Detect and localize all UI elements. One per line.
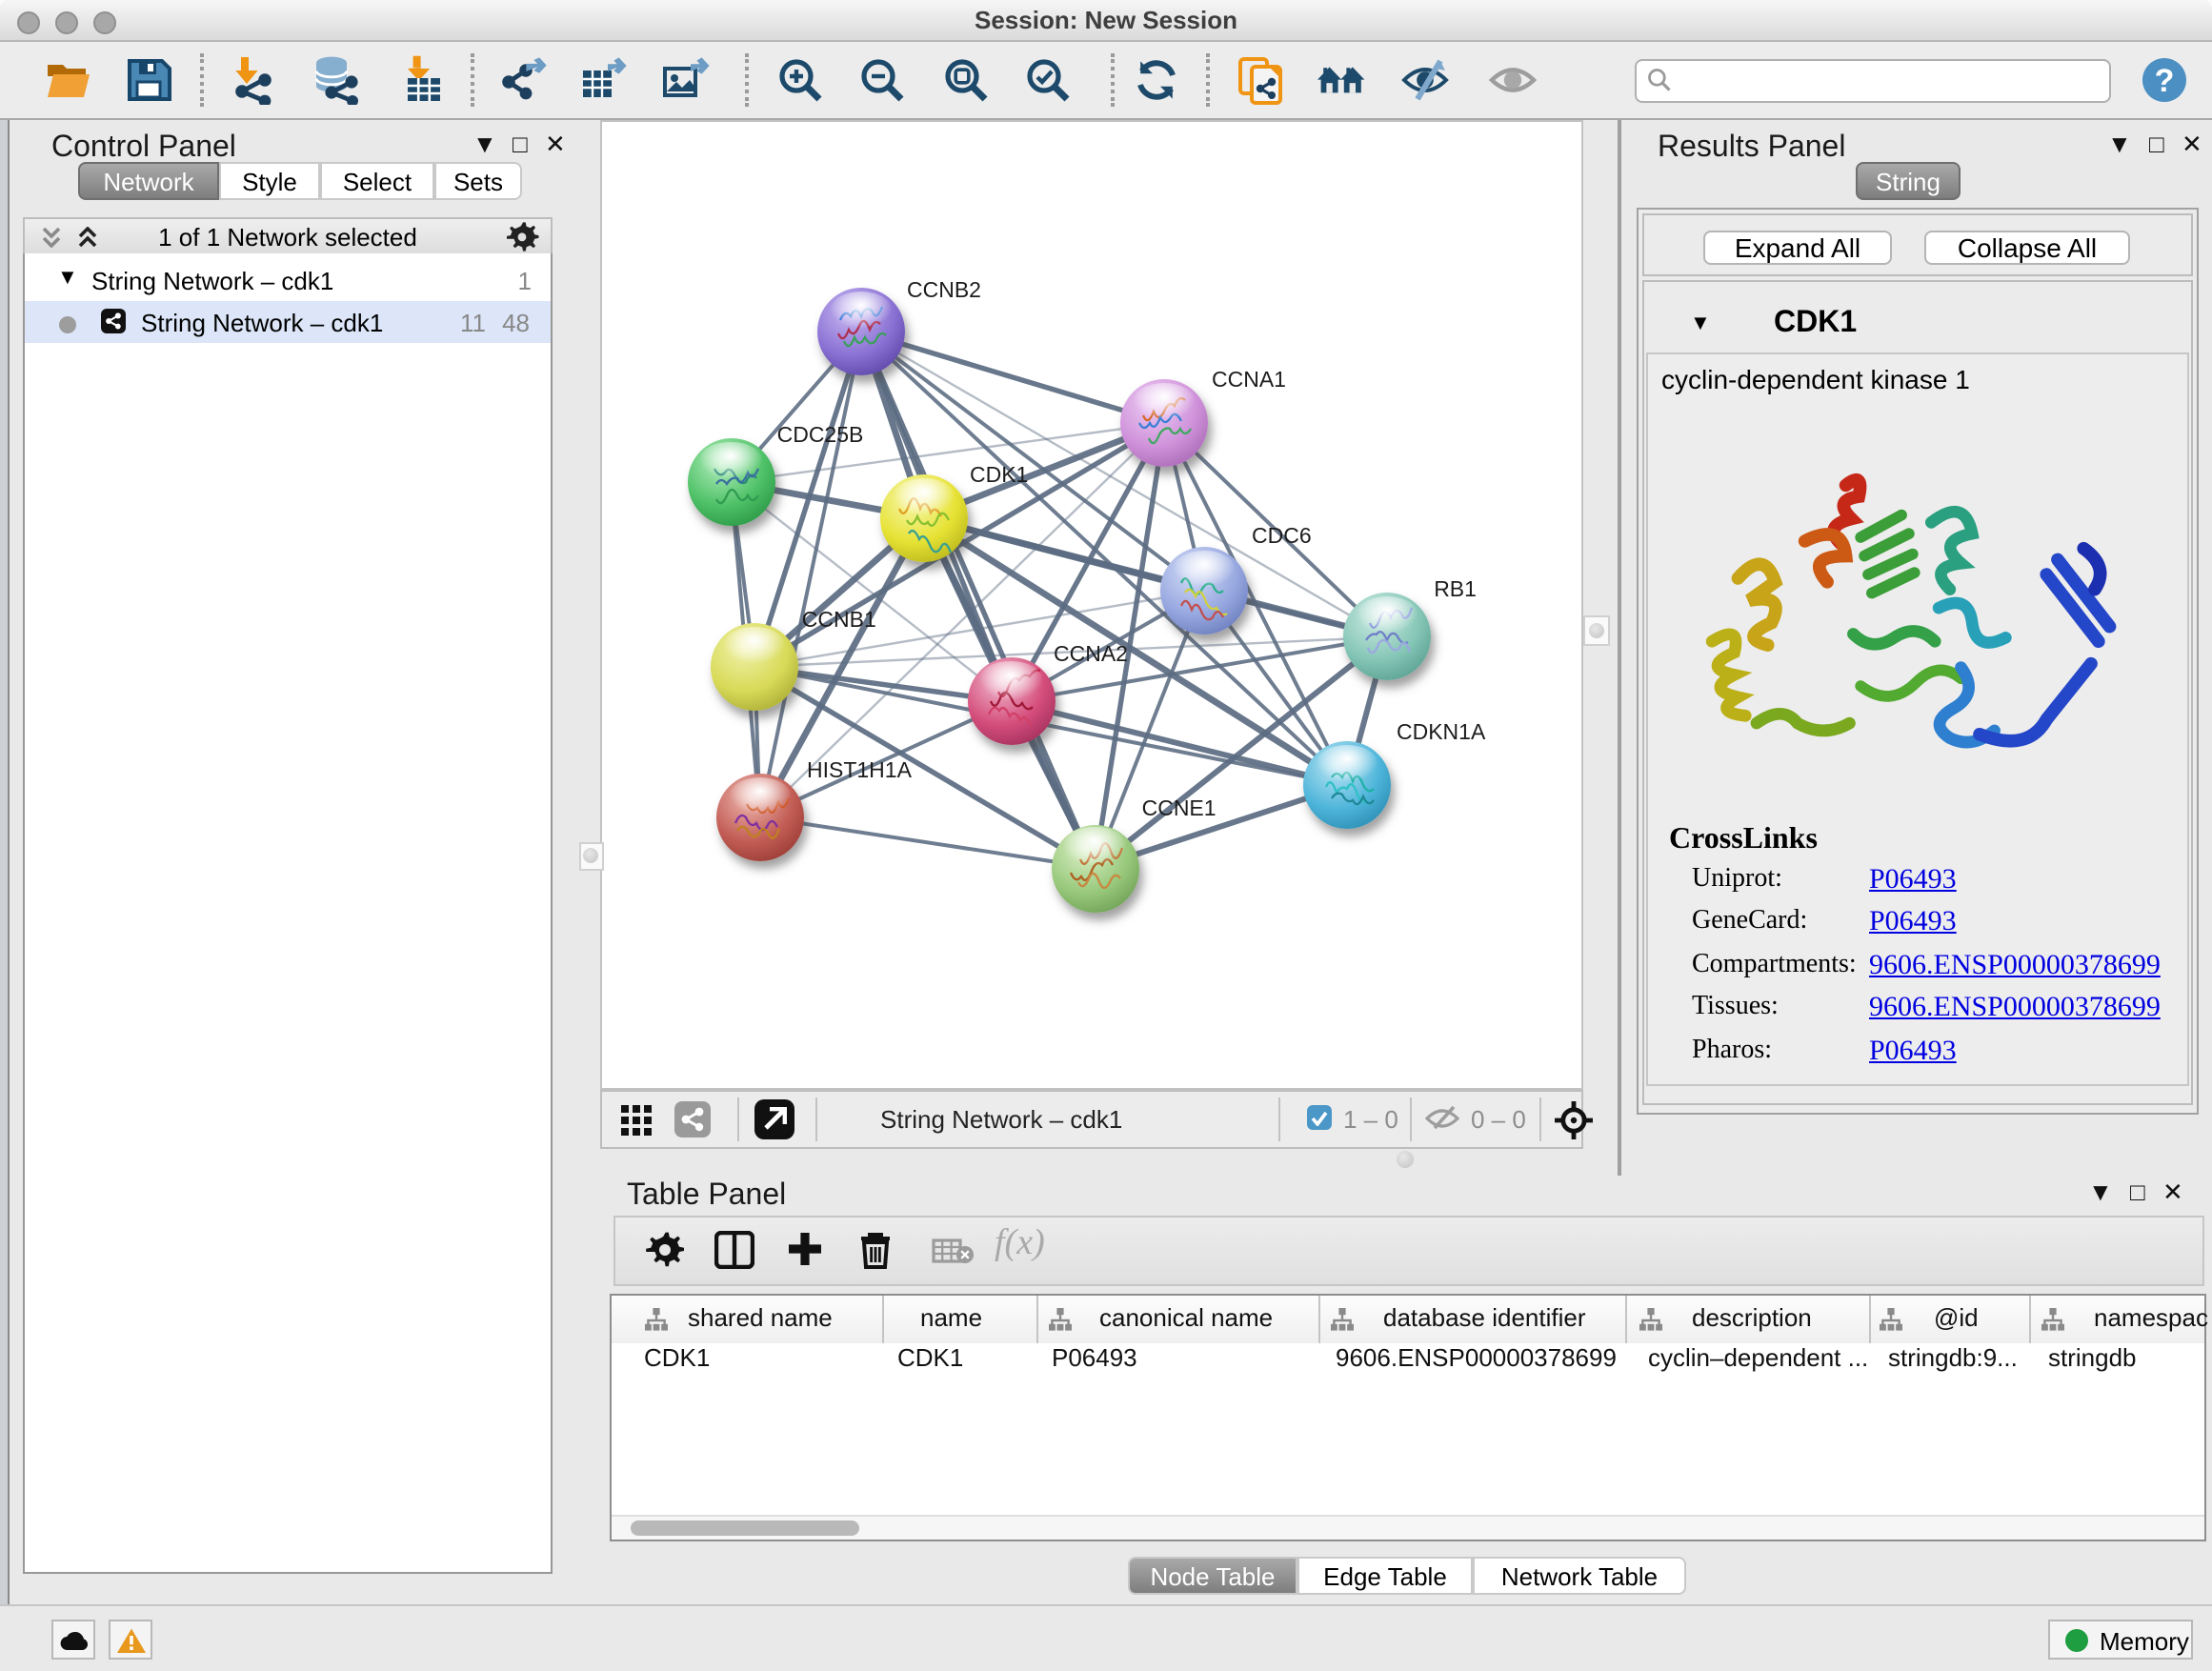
svg-text:?: ? [2155, 63, 2175, 99]
